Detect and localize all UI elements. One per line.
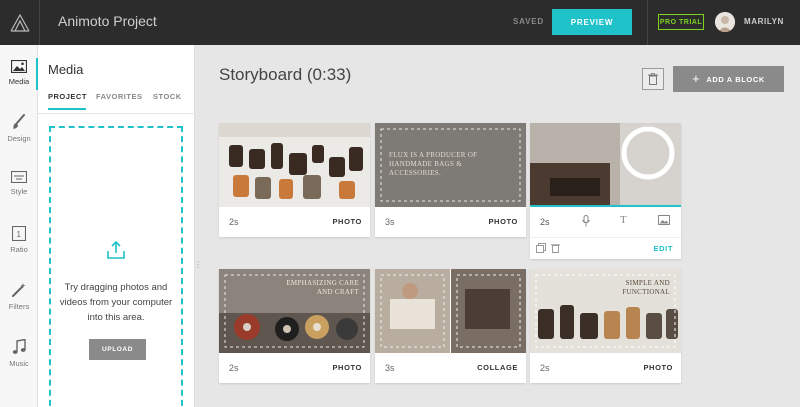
block-footer: 2s T xyxy=(530,207,681,237)
dropzone-text: Try dragging photos and videos from your… xyxy=(59,282,173,323)
rail-label: Style xyxy=(10,186,28,196)
brush-icon xyxy=(13,113,25,129)
rail-label: Media xyxy=(8,77,30,86)
pro-trial-badge[interactable]: PRO TRIAL xyxy=(658,14,704,30)
storyboard-block[interactable]: SIMPLE AND FUNCTIONAL 2s PHOTO xyxy=(530,269,681,383)
block-duration[interactable]: 2s xyxy=(540,363,550,373)
edit-button[interactable]: EDIT xyxy=(654,244,673,253)
block-footer: 3s PHOTO xyxy=(375,207,526,237)
block-duration[interactable]: 3s xyxy=(385,363,395,373)
tab-stock[interactable]: STOCK xyxy=(153,92,182,101)
ratio-icon: 1 xyxy=(12,226,26,241)
add-block-label: ADD A BLOCK xyxy=(706,74,765,84)
trash-icon[interactable] xyxy=(551,243,560,256)
duplicate-icon[interactable] xyxy=(536,243,546,256)
music-icon xyxy=(12,338,26,354)
wand-icon xyxy=(12,282,26,297)
active-tab-indicator xyxy=(48,108,86,110)
divider xyxy=(38,113,195,114)
block-footer: 2s PHOTO xyxy=(219,207,370,237)
divider xyxy=(647,0,648,45)
rail-item-design[interactable]: Design xyxy=(0,103,38,153)
block-footer: 2s PHOTO xyxy=(219,353,370,383)
rail-item-music[interactable]: Music xyxy=(0,328,38,378)
upload-button[interactable]: UPLOAD xyxy=(89,339,146,360)
block-caption: EMPHASIZING CARE AND CRAFT xyxy=(286,279,359,296)
rail-label: Filters xyxy=(8,301,30,311)
tool-rail: Media Design Style 1 Ratio Filters Music xyxy=(0,45,39,407)
rail-label: Design xyxy=(7,133,31,143)
microphone-icon[interactable] xyxy=(582,215,590,230)
delete-button[interactable] xyxy=(642,68,664,90)
block-thumbnail[interactable]: SIMPLE AND FUNCTIONAL xyxy=(530,269,681,353)
block-thumbnail[interactable]: FLUX IS A PRODUCER OF HANDMADE BAGS & AC… xyxy=(375,123,526,207)
media-panel: Media PROJECT FAVORITES STOCK Try draggi… xyxy=(38,45,195,407)
block-type: COLLAGE xyxy=(477,363,518,372)
storyboard-block[interactable]: 3s COLLAGE xyxy=(375,269,526,383)
storyboard-block[interactable]: EMPHASIZING CARE AND CRAFT 2s PHOTO xyxy=(219,269,370,383)
storyboard-block-selected[interactable]: 2s T EDIT xyxy=(530,123,681,259)
project-title[interactable]: Animoto Project xyxy=(58,13,157,29)
storyboard-title: Storyboard (0:33) xyxy=(219,65,352,84)
rail-item-filters[interactable]: Filters xyxy=(0,271,38,321)
text-icon[interactable]: T xyxy=(620,214,627,226)
saved-status: SAVED xyxy=(513,17,544,26)
preview-button[interactable]: PREVIEW xyxy=(552,9,632,35)
block-type: PHOTO xyxy=(488,217,518,226)
block-caption: SIMPLE AND FUNCTIONAL xyxy=(622,279,670,296)
block-type: PHOTO xyxy=(332,217,362,226)
block-duration[interactable]: 3s xyxy=(385,217,395,227)
upload-icon xyxy=(106,240,126,265)
block-duration[interactable]: 2s xyxy=(229,363,239,373)
rail-item-media[interactable]: Media xyxy=(0,48,39,98)
tab-favorites[interactable]: FAVORITES xyxy=(96,92,142,101)
block-thumbnail[interactable] xyxy=(530,123,681,207)
block-thumbnail[interactable]: EMPHASIZING CARE AND CRAFT xyxy=(219,269,370,353)
image-icon[interactable] xyxy=(658,215,670,228)
add-block-button[interactable]: + ADD A BLOCK xyxy=(673,66,784,92)
rail-label: Ratio xyxy=(10,245,28,254)
block-actions: EDIT xyxy=(530,237,681,259)
plus-icon: + xyxy=(692,71,701,86)
rail-label: Music xyxy=(9,358,29,368)
block-type: PHOTO xyxy=(643,363,673,372)
panel-title: Media xyxy=(48,62,84,77)
rail-item-style[interactable]: Style xyxy=(0,158,38,208)
storyboard-block[interactable]: 2s PHOTO xyxy=(219,123,370,237)
user-name[interactable]: MARILYN xyxy=(744,17,784,26)
storyboard-block[interactable]: FLUX IS A PRODUCER OF HANDMADE BAGS & AC… xyxy=(375,123,526,237)
tab-project[interactable]: PROJECT xyxy=(48,92,87,101)
trash-icon xyxy=(648,73,658,85)
top-bar: Animoto Project SAVED PREVIEW PRO TRIAL … xyxy=(0,0,800,45)
block-footer: 2s PHOTO xyxy=(530,353,681,383)
panel-resize-handle[interactable]: ⋮ xyxy=(194,260,202,270)
style-icon xyxy=(11,170,27,183)
block-thumbnail[interactable] xyxy=(219,123,370,207)
avatar[interactable] xyxy=(715,12,735,32)
image-icon xyxy=(11,60,27,73)
block-duration[interactable]: 2s xyxy=(540,217,550,227)
upload-dropzone[interactable]: Try dragging photos and videos from your… xyxy=(49,126,183,407)
block-thumbnail[interactable] xyxy=(375,269,526,353)
svg-text:1: 1 xyxy=(17,230,22,239)
block-duration[interactable]: 2s xyxy=(229,217,239,227)
animoto-logo-icon[interactable] xyxy=(0,0,40,45)
rail-item-ratio[interactable]: 1 Ratio xyxy=(0,215,38,265)
block-caption: FLUX IS A PRODUCER OF HANDMADE BAGS & AC… xyxy=(389,151,478,177)
block-type: PHOTO xyxy=(332,363,362,372)
block-footer: 3s COLLAGE xyxy=(375,353,526,383)
